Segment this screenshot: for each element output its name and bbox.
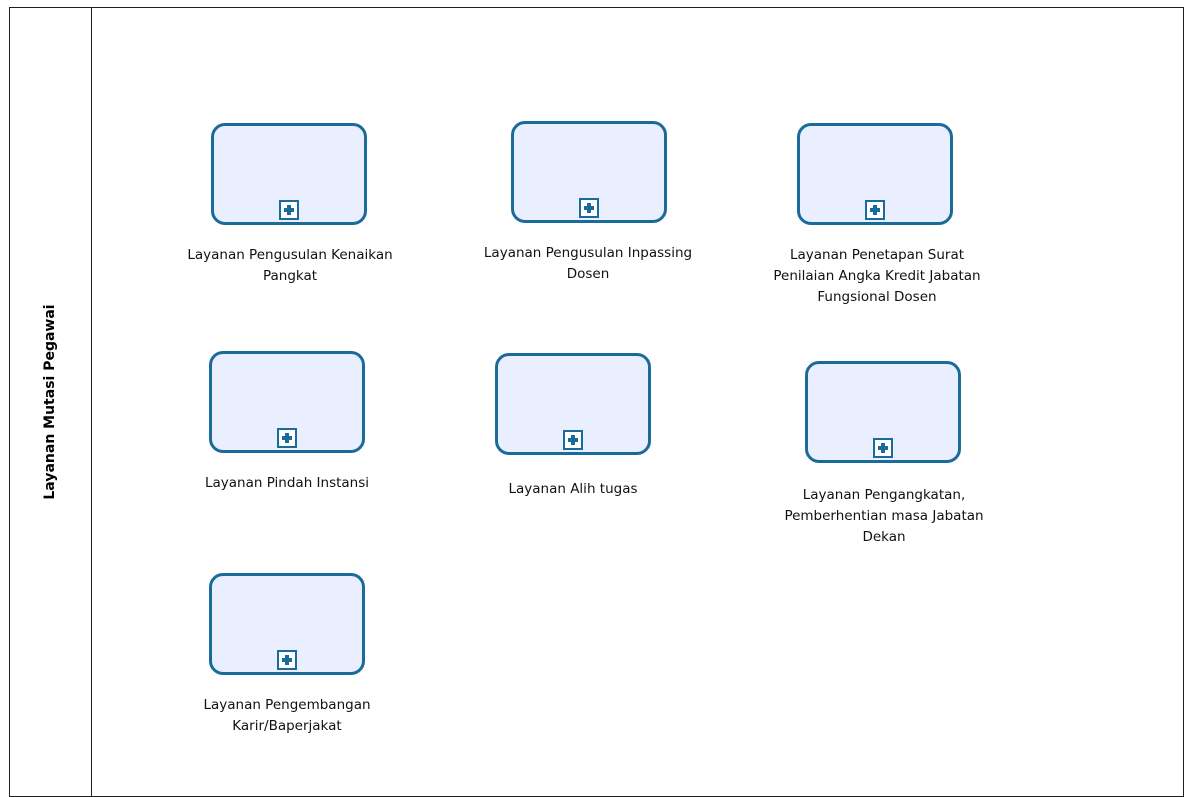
task-label: Layanan Pindah Instansi: [204, 475, 370, 491]
task-pengangkatan-pemberhentian-dekan[interactable]: [805, 361, 961, 463]
plus-marker-icon: [277, 428, 297, 448]
task-pengusulan-inpassing-dosen[interactable]: [511, 121, 667, 223]
task-pengembangan-karir[interactable]: [209, 573, 365, 675]
lane-header: Layanan Mutasi Pegawai: [9, 7, 92, 797]
plus-marker-icon: [579, 198, 599, 218]
task-label: Layanan Pengusulan Inpassing Dosen: [483, 245, 693, 282]
plus-marker-icon: [279, 200, 299, 220]
task-alih-tugas[interactable]: [495, 353, 651, 455]
task-label: Layanan Pengusulan Kenaikan Pangkat: [187, 247, 393, 284]
plus-marker-icon: [865, 200, 885, 220]
lane-title: Layanan Mutasi Pegawai: [42, 304, 58, 500]
task-pindah-instansi[interactable]: [209, 351, 365, 453]
task-label: Layanan Pengembangan Karir/Baperjakat: [203, 697, 371, 734]
plus-marker-icon: [277, 650, 297, 670]
plus-marker-icon: [873, 438, 893, 458]
task-penetapan-surat-pak[interactable]: [797, 123, 953, 225]
plus-marker-icon: [563, 430, 583, 450]
task-label: Layanan Penetapan Surat Penilaian Angka …: [773, 247, 981, 305]
task-pengusulan-kenaikan-pangkat[interactable]: [211, 123, 367, 225]
task-label: Layanan Pengangkatan, Pemberhentian masa…: [784, 487, 984, 545]
task-label: Layanan Alih tugas: [508, 481, 638, 497]
